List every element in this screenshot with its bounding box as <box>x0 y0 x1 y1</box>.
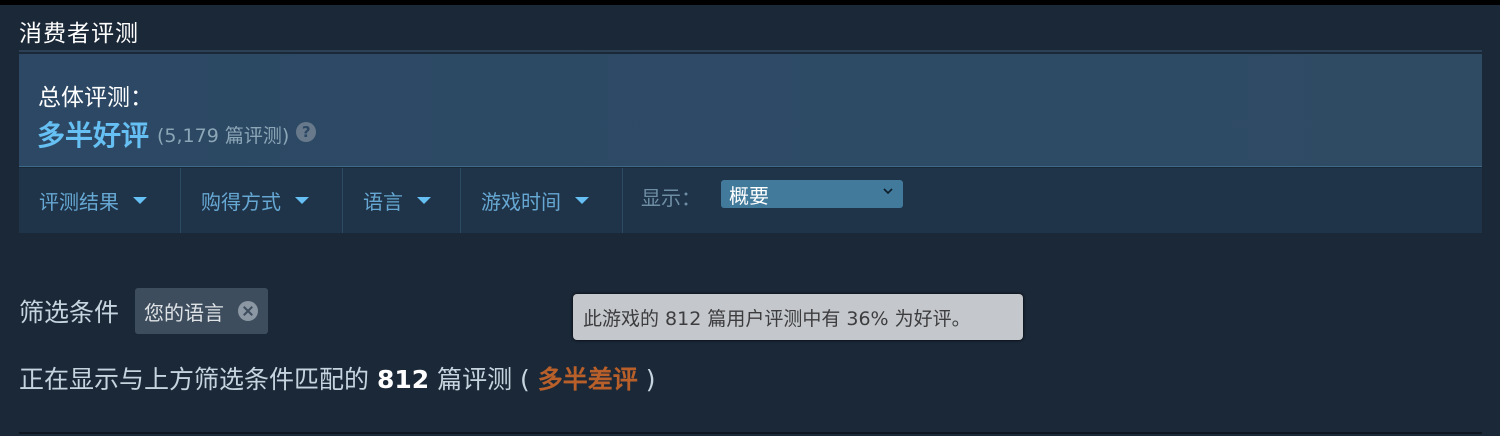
filter-playtime-dropdown[interactable]: 游戏时间 <box>461 168 623 233</box>
caret-down-icon <box>417 197 431 204</box>
filter-purchase-type-label: 购得方式 <box>201 190 281 214</box>
active-filters-label: 筛选条件 <box>19 298 120 327</box>
bottom-divider <box>19 432 1482 434</box>
section-title: 消费者评测 <box>19 21 139 47</box>
review-summary-panel: 总体评测： 多半好评 (5,179 篇评测) ? <box>19 54 1482 167</box>
filtered-rating[interactable]: 多半差评 <box>538 365 638 394</box>
results-close-paren: ) <box>645 365 656 394</box>
review-filter-bar: 评测结果 购得方式 语言 游戏时间 显示： 概要 <box>19 168 1482 233</box>
display-label: 显示： <box>641 186 701 210</box>
section-title-underline <box>19 50 1482 52</box>
filter-playtime-label: 游戏时间 <box>481 190 561 214</box>
filter-language-dropdown[interactable]: 语言 <box>343 168 461 233</box>
overall-reviews-label: 总体评测： <box>38 85 153 111</box>
overall-reviews-value-row: 多半好评 (5,179 篇评测) ? <box>37 114 317 154</box>
filter-review-type-label: 评测结果 <box>39 190 119 214</box>
help-icon[interactable]: ? <box>296 122 317 142</box>
results-count: 812 <box>376 365 430 394</box>
filter-review-type-dropdown[interactable]: 评测结果 <box>19 168 181 233</box>
chevron-down-icon <box>883 188 893 195</box>
filter-language-label: 语言 <box>363 190 403 214</box>
caret-down-icon <box>295 197 309 204</box>
language-filter-chip-label: 您的语言 <box>144 300 225 325</box>
caret-down-icon <box>133 197 147 204</box>
rating-tooltip: 此游戏的 812 篇用户评测中有 36% 为好评。 <box>573 294 1023 340</box>
display-mode-select[interactable]: 概要 <box>721 180 903 208</box>
close-icon[interactable] <box>238 301 259 321</box>
filtered-results-summary: 正在显示与上方筛选条件匹配的 812 篇评测 ( 多半差评 ) <box>19 360 656 396</box>
overall-review-count: (5,179 篇评测) <box>157 124 290 147</box>
results-suffix: 篇评测 ( <box>437 365 530 394</box>
overall-rating[interactable]: 多半好评 <box>37 114 149 154</box>
language-filter-chip[interactable]: 您的语言 <box>135 288 269 334</box>
display-mode-value: 概要 <box>729 183 769 208</box>
caret-down-icon <box>575 197 589 204</box>
top-divider <box>0 0 1500 5</box>
filter-purchase-type-dropdown[interactable]: 购得方式 <box>181 168 343 233</box>
results-prefix: 正在显示与上方筛选条件匹配的 <box>19 365 370 394</box>
active-filters-row: 筛选条件 您的语言 <box>19 288 269 334</box>
